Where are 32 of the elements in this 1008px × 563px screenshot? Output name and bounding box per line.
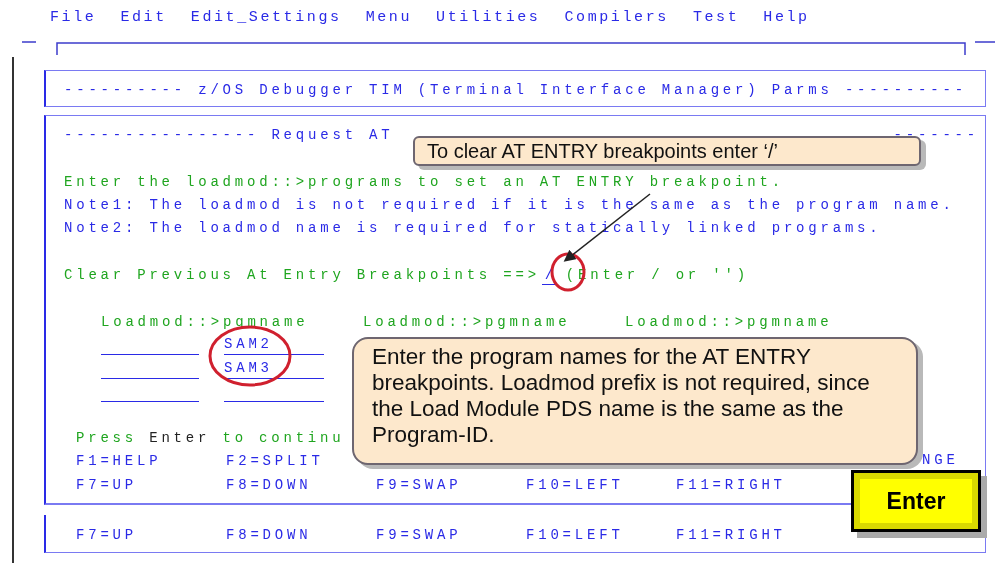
function-key[interactable]: F7=UP [76,473,137,497]
column-header: Loadmod::>pgmname [101,312,310,332]
note-text: Note1: The loadmod is not required if it is the same as the program name. [64,196,955,216]
menu-item[interactable]: Menu [365,9,413,33]
column-header: Loadmod::>pgmname [363,312,572,332]
panel-title: ---------- z/OS Debugger TIM (Terminal Interface Manager) Parms ---------- [64,81,968,101]
input-field[interactable]: SAM2 [224,335,324,356]
menu-item[interactable]: Utilities [436,9,541,33]
menu-item[interactable]: Help [763,9,810,33]
function-key[interactable]: F10=LEFT [526,473,624,497]
instruction-text: Press Enter to continu [76,429,345,448]
function-key[interactable]: F1=HELP [76,450,162,474]
menu-item[interactable]: Compilers [564,9,669,33]
menu-item[interactable]: File [50,9,97,33]
input-field[interactable]: SAM3 [224,358,324,379]
function-key[interactable]: F8=DOWN [226,524,312,548]
function-key[interactable]: F8=DOWN [226,473,312,497]
section-heading: ---------------- Request AT [64,126,394,146]
function-key[interactable]: NGE [922,452,959,468]
function-key[interactable]: F11=RIGHT [676,473,786,497]
function-key[interactable]: F11=RIGHT [676,524,786,548]
column-header: Loadmod::>pgmname [625,312,834,332]
function-key[interactable]: F10=LEFT [526,524,624,548]
field-label: Clear Previous At Entry Breakpoints ==> [64,265,540,285]
instruction-text: Enter the loadmod::>programs to set an AT ENTRY breakpoint. [64,172,784,192]
menu-item[interactable]: Test [692,9,740,33]
function-key[interactable]: F9=SWAP [376,473,462,497]
function-key[interactable]: F9=SWAP [376,524,462,548]
menu-item[interactable]: Edit [120,9,167,33]
function-key[interactable]: F2=SPLIT [226,450,324,474]
function-key[interactable]: F7=UP [76,524,137,548]
menu-item[interactable]: Edit_Settings [190,9,342,33]
